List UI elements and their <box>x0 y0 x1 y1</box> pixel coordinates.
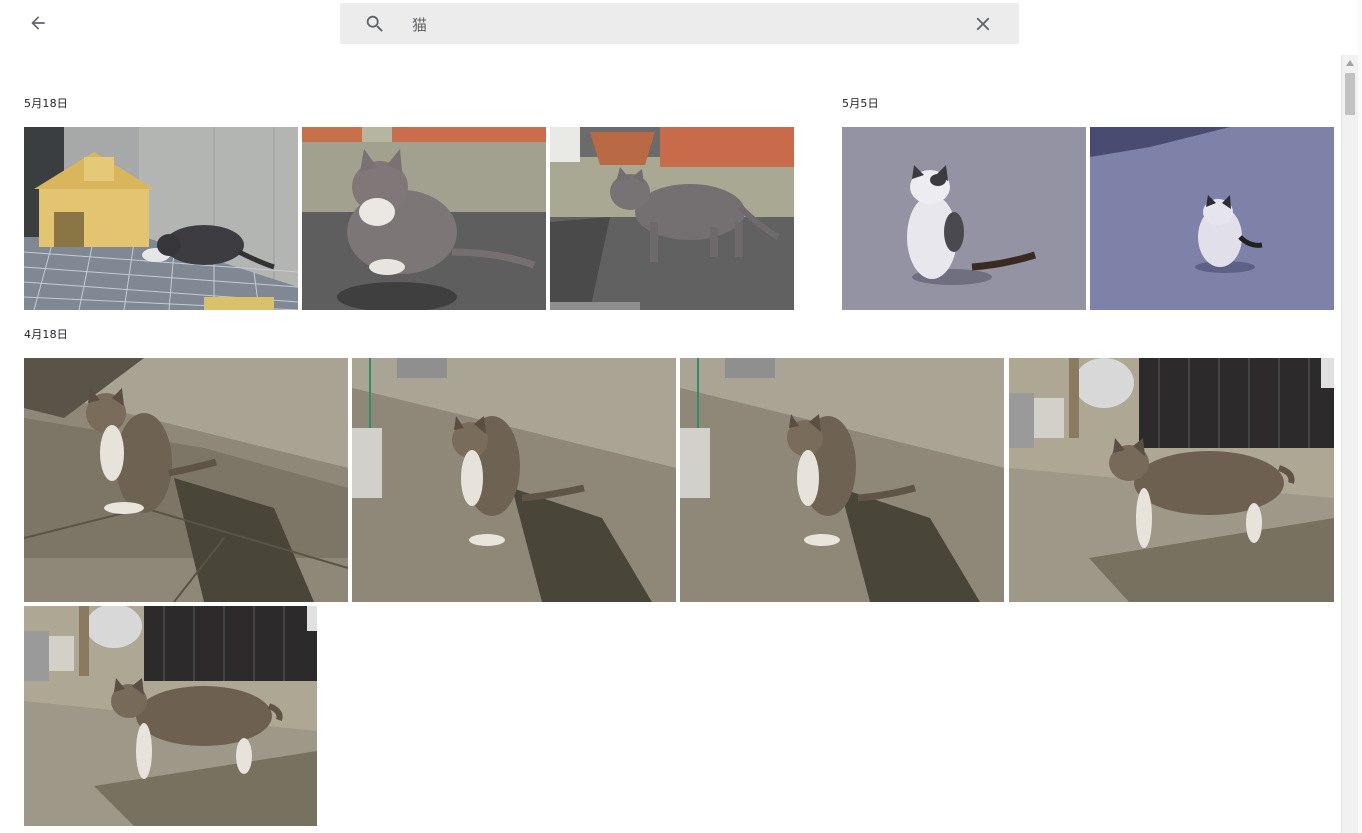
arrow-left-icon <box>31 16 45 30</box>
search-bar <box>340 3 1019 44</box>
back-button[interactable] <box>22 7 54 39</box>
close-icon[interactable] <box>972 13 994 35</box>
search-icon[interactable] <box>364 13 386 35</box>
photo-thumbnail[interactable] <box>302 127 546 310</box>
photo-thumbnail[interactable] <box>24 358 348 602</box>
window-edge <box>1358 0 1362 833</box>
photo-thumbnail[interactable] <box>550 127 794 310</box>
photo-thumbnail[interactable] <box>1090 127 1334 310</box>
photo-thumbnail[interactable] <box>24 127 298 310</box>
date-heading: 5月5日 <box>842 97 879 110</box>
photo-thumbnail[interactable] <box>842 127 1086 310</box>
search-input[interactable] <box>412 11 952 37</box>
photo-thumbnail[interactable] <box>24 606 317 826</box>
date-heading: 5月18日 <box>24 97 68 110</box>
scrollbar-thumb[interactable] <box>1345 73 1355 115</box>
scroll-up-arrow-icon[interactable] <box>1342 55 1358 71</box>
photo-thumbnail[interactable] <box>352 358 676 602</box>
photo-thumbnail[interactable] <box>680 358 1004 602</box>
scrollbar[interactable] <box>1341 55 1358 833</box>
date-heading: 4月18日 <box>24 328 68 341</box>
photo-thumbnail[interactable] <box>1009 358 1334 602</box>
